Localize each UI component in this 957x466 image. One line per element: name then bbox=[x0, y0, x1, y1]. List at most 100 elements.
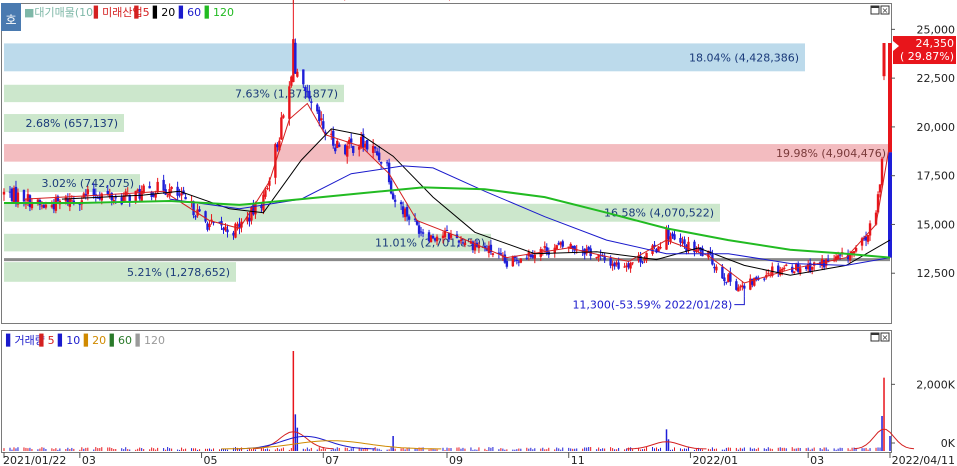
candle-body bbox=[308, 90, 311, 99]
volume-profile-label: 16.58% (4,070,522) bbox=[604, 207, 714, 220]
candle-body bbox=[767, 273, 770, 275]
price-tick-label: 17,500 bbox=[917, 170, 956, 183]
date-tick-label: 07 bbox=[325, 454, 339, 466]
candle-body bbox=[555, 245, 558, 250]
candle-body bbox=[106, 190, 109, 195]
price-tick-label: 22,500 bbox=[917, 72, 956, 85]
candle-body bbox=[184, 196, 187, 200]
candle-body bbox=[781, 268, 784, 271]
candle-body bbox=[449, 234, 453, 238]
candle-body bbox=[166, 195, 169, 197]
candle-body bbox=[715, 266, 718, 271]
legend-item: ▌120 bbox=[204, 5, 234, 19]
volume-profile-label: 2.68% (657,137) bbox=[25, 117, 118, 130]
candle-body bbox=[114, 197, 117, 199]
date-tick-label: 2021/01/22 bbox=[3, 454, 66, 466]
candle-body bbox=[288, 86, 291, 119]
current-price-label: 24,350 bbox=[916, 37, 955, 50]
price-tick-label: 25,000 bbox=[917, 23, 956, 36]
candle-body bbox=[687, 241, 690, 251]
date-tick-label: 11 bbox=[571, 454, 585, 466]
candle-body bbox=[854, 248, 858, 252]
date-tick-label: 2022/04/11 bbox=[892, 454, 955, 466]
legend-item: ▌5 bbox=[133, 5, 149, 19]
date-tick-label: 05 bbox=[204, 454, 218, 466]
date-tick-label: 03 bbox=[810, 454, 824, 466]
volume-panel[interactable] bbox=[1, 330, 892, 453]
candle-body bbox=[810, 267, 814, 270]
candle-body bbox=[44, 204, 48, 208]
legend-item: ▌10 bbox=[57, 333, 80, 347]
candle-body bbox=[743, 285, 746, 289]
legend-item: ▌120 bbox=[135, 333, 165, 347]
candle-body bbox=[683, 239, 686, 245]
legend-item: ▌5 bbox=[38, 333, 54, 347]
date-tick-label: 03 bbox=[82, 454, 96, 466]
candle-body bbox=[280, 117, 283, 140]
candle-body bbox=[22, 189, 26, 202]
candle-body bbox=[391, 193, 395, 199]
candle-body bbox=[838, 254, 842, 256]
candle-body bbox=[2, 191, 6, 195]
current-price-bar bbox=[888, 43, 892, 153]
candle-body bbox=[310, 101, 313, 103]
price-tick-label: 15,000 bbox=[917, 218, 956, 231]
volume-legend: ▌거래량▌5 ▌10 ▌20 ▌60 ▌120 bbox=[5, 333, 165, 347]
candle-body bbox=[435, 236, 439, 242]
corner-button[interactable]: 호 bbox=[1, 3, 21, 31]
candle-body bbox=[421, 232, 425, 234]
candle-body bbox=[332, 130, 335, 146]
candle-body bbox=[198, 209, 201, 212]
candle-body bbox=[836, 255, 840, 259]
candle-body bbox=[799, 268, 802, 273]
candle-body bbox=[399, 202, 403, 205]
candle-body bbox=[346, 145, 349, 157]
candle-body bbox=[334, 147, 337, 152]
volume-profile-label: 5.21% (1,278,652) bbox=[127, 266, 230, 279]
candle-body bbox=[848, 254, 852, 261]
candle-body bbox=[533, 254, 537, 259]
candle-body bbox=[148, 185, 151, 189]
min-annotation-label: 11,300(-53.59% 2022/01/28) bbox=[572, 299, 732, 312]
candle-body bbox=[389, 180, 393, 194]
candle-body bbox=[234, 223, 237, 238]
candle-body bbox=[393, 199, 397, 202]
candle-body bbox=[431, 235, 435, 239]
candle-body bbox=[302, 69, 305, 85]
candle-body bbox=[673, 234, 676, 240]
candle-body bbox=[264, 190, 267, 197]
candle-body bbox=[377, 152, 381, 160]
candle-body bbox=[659, 247, 662, 249]
legend-item: ▌60 bbox=[109, 333, 132, 347]
candle-body bbox=[629, 263, 632, 269]
date-tick-label: 09 bbox=[449, 454, 463, 466]
volume-profile-label: 18.04% (4,428,386) bbox=[689, 51, 799, 64]
volume-profile-band bbox=[4, 43, 805, 72]
candle-body bbox=[296, 71, 299, 77]
candle-body bbox=[407, 216, 411, 220]
max-annotation-label: 26,750(9.86% 2021/06/16) bbox=[303, 0, 452, 2]
candle-body bbox=[156, 181, 159, 193]
candle-body bbox=[783, 267, 786, 269]
candle-body bbox=[459, 239, 463, 242]
legend-item: ▌20 bbox=[83, 333, 106, 347]
candle-body bbox=[669, 236, 672, 242]
candle-body bbox=[525, 257, 529, 259]
candle-body bbox=[882, 43, 886, 77]
date-tick-label: 2022/01 bbox=[692, 454, 738, 466]
candle-body bbox=[365, 140, 369, 150]
current-price-change: ( 29.87%) bbox=[900, 50, 954, 63]
candle-body bbox=[763, 278, 766, 280]
candle-body bbox=[204, 211, 207, 222]
candle-body bbox=[723, 277, 726, 282]
stock-chart[interactable]: 18.04% (4,428,386) 7.63% (1,871,877) 2.68%… bbox=[0, 0, 957, 466]
candle-body bbox=[868, 223, 872, 236]
corner-button-label: 호 bbox=[5, 13, 16, 27]
volume-tick-label: 2,000K bbox=[916, 378, 955, 391]
candle-body bbox=[170, 186, 173, 189]
candle-body bbox=[645, 252, 648, 261]
candle-body bbox=[336, 140, 339, 148]
candle-body bbox=[737, 287, 740, 292]
candle-body bbox=[194, 216, 197, 218]
legend-item: ▌60 bbox=[178, 5, 201, 19]
